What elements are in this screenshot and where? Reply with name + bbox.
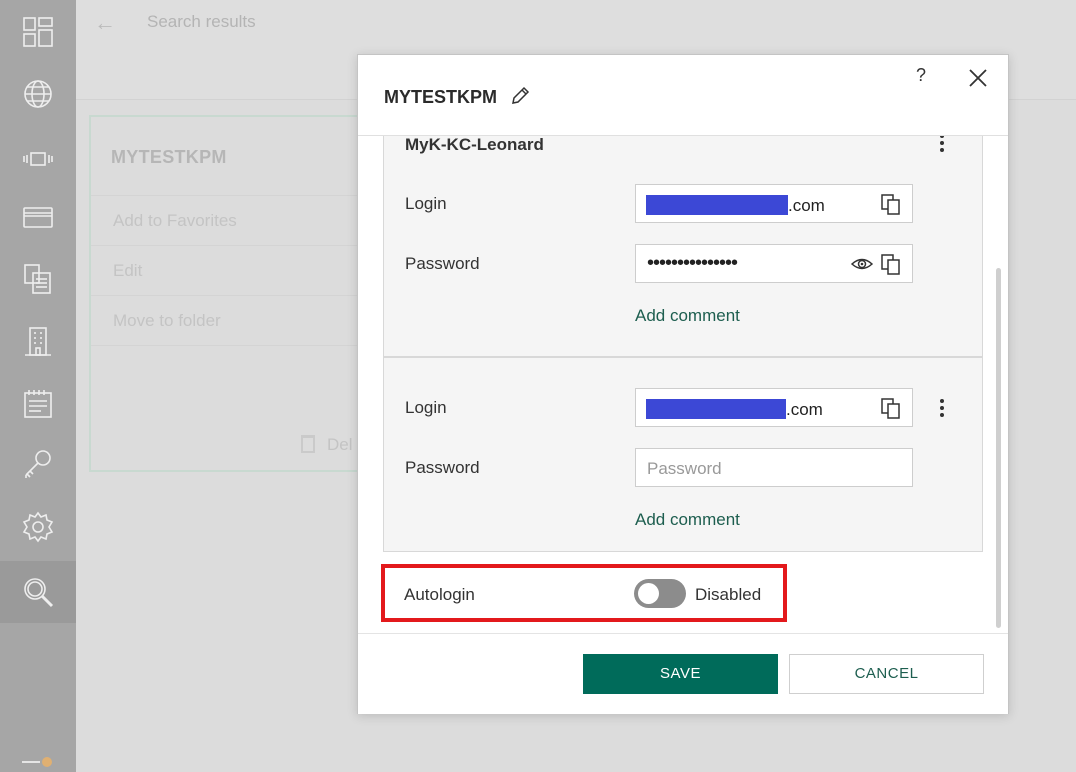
sidebar-item-documents[interactable] [0,248,76,310]
dashboard-icon [23,17,53,47]
autologin-row: Autologin Disabled [381,564,787,622]
more-options-icon[interactable] [932,396,952,420]
delete-button[interactable]: Del [301,435,353,455]
login-label: Login [405,194,447,213]
applications-icon [23,152,53,166]
menu-item-add-to-favorites[interactable]: Add to Favorites [91,195,379,245]
documents-icon [24,264,51,294]
bank-card-icon [23,207,53,228]
sidebar-item-addresses[interactable] [0,310,76,372]
sidebar-item-search[interactable] [0,561,76,623]
password-label: Password [405,458,480,477]
login-field[interactable]: .com [635,184,913,223]
status-indicator [22,755,52,767]
sidebar-item-passwords[interactable] [0,433,76,495]
autologin-status: Disabled [695,585,762,604]
password-field[interactable]: Password [635,448,913,487]
sidebar-item-notes[interactable] [0,373,76,435]
menu-item-move-to-folder[interactable]: Move to folder [91,295,379,345]
add-comment-link[interactable]: Add comment [635,306,740,326]
autologin-toggle[interactable] [634,579,686,608]
redacted-block [646,399,786,419]
trash-icon [301,435,315,453]
scrollbar[interactable] [996,268,1001,628]
sidebar-item-settings[interactable] [0,496,76,558]
save-button[interactable]: SAVE [583,654,778,694]
cancel-button[interactable]: CANCEL [789,654,984,694]
help-button[interactable]: ? [910,65,932,89]
close-icon[interactable] [967,67,989,89]
redacted-block [646,195,788,215]
edit-account-dialog: MYTESTKPM ? MyK-KC-Leonard Login .com Pa… [357,54,1009,714]
sidebar-item-applications[interactable] [0,128,76,190]
notes-icon [24,390,52,418]
copy-icon[interactable] [880,397,902,419]
account-name: MyK-KC-Leonard [405,136,544,154]
card-title: MYTESTKPM [111,147,227,167]
more-options-icon[interactable] [932,136,952,155]
copy-icon[interactable] [880,253,902,275]
key-icon [25,450,51,478]
password-field[interactable]: ••••••••••••••• [635,244,913,283]
login-value: .com [646,399,823,420]
autologin-label: Autologin [404,585,475,604]
sidebar-item-websites[interactable] [0,63,76,125]
dialog-body[interactable]: MyK-KC-Leonard Login .com Password •••••… [358,136,1008,633]
copy-icon[interactable] [880,193,902,215]
eye-icon[interactable] [851,255,873,273]
login-field[interactable]: .com [635,388,913,427]
login-value: .com [646,195,825,216]
back-arrow-icon[interactable]: ← [94,10,116,36]
globe-icon [24,80,52,108]
search-icon [24,578,54,608]
pencil-icon[interactable] [509,85,531,107]
password-value: ••••••••••••••• [647,252,738,274]
password-placeholder: Password [647,459,722,478]
account-card[interactable]: MYTESTKPM Add to Favorites Edit Move to … [89,115,379,472]
menu-item-edit[interactable]: Edit [91,245,379,295]
toggle-knob [638,583,659,604]
dialog-header: MYTESTKPM ? [358,55,1008,136]
sidebar [0,0,76,772]
account-entry: MyK-KC-Leonard Login .com Password •••••… [383,136,983,357]
dialog-footer: SAVE CANCEL [358,633,1008,714]
dialog-title: MYTESTKPM [384,87,498,107]
gear-icon [22,511,54,543]
breadcrumb: Search results [147,12,256,31]
password-label: Password [405,254,480,273]
sidebar-item-bank-cards[interactable] [0,186,76,248]
add-comment-link[interactable]: Add comment [635,510,740,530]
account-entry: Login .com Password Password Add comment [383,357,983,552]
building-icon [25,327,51,356]
login-label: Login [405,398,447,417]
menu-divider [91,345,379,346]
sidebar-item-dashboard[interactable] [0,1,76,63]
